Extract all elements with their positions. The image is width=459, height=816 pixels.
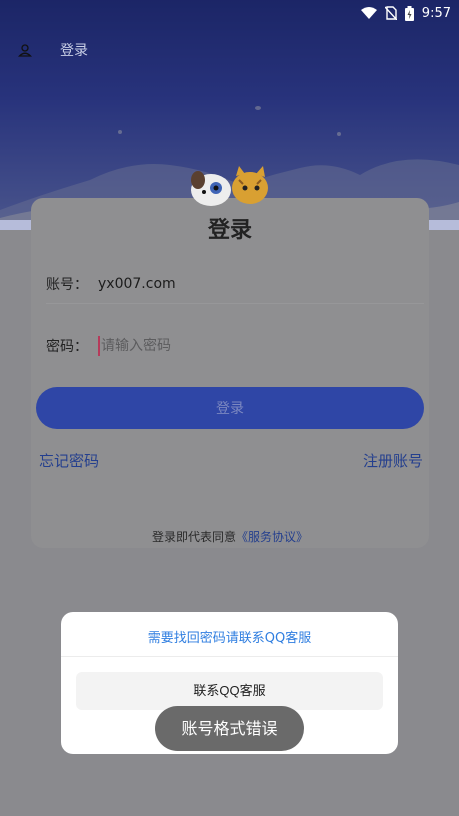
status-bar: 9:57 bbox=[0, 0, 459, 26]
agreement-text: 登录即代表同意《服务协议》 bbox=[31, 528, 429, 545]
battery-icon bbox=[404, 5, 414, 21]
account-field[interactable]: 账号： yx007.com bbox=[46, 264, 424, 304]
dialog-divider bbox=[61, 656, 398, 657]
register-link[interactable]: 注册账号 bbox=[363, 450, 423, 471]
account-label: 账号： bbox=[46, 276, 88, 293]
user-icon[interactable] bbox=[18, 43, 32, 57]
no-sim-icon bbox=[384, 6, 397, 20]
password-input[interactable]: 请输入密码 bbox=[98, 336, 171, 356]
password-field[interactable]: 密码： 请输入密码 bbox=[46, 326, 424, 366]
account-input[interactable]: yx007.com bbox=[98, 276, 176, 292]
wifi-icon bbox=[360, 7, 377, 19]
dialog-message: 需要找回密码请联系QQ客服 bbox=[147, 631, 312, 646]
agreement-prefix: 登录即代表同意 bbox=[151, 530, 236, 544]
service-agreement-link[interactable]: 《服务协议》 bbox=[236, 530, 308, 544]
password-label: 密码： bbox=[46, 339, 88, 355]
forgot-password-link[interactable]: 忘记密码 bbox=[39, 450, 99, 471]
login-card: 登录 账号： yx007.com 密码： 请输入密码 登录 忘记密码 注册账号 … bbox=[31, 198, 429, 548]
card-title: 登录 bbox=[207, 218, 252, 243]
mascot-illustration bbox=[191, 166, 268, 206]
error-toast: 账号格式错误 bbox=[155, 706, 304, 751]
contact-qq-support-button[interactable]: 联系QQ客服 bbox=[76, 672, 383, 710]
app-bar: 登录 bbox=[0, 34, 459, 66]
login-button[interactable]: 登录 bbox=[36, 387, 424, 429]
app-bar-title: 登录 bbox=[60, 43, 88, 59]
status-time: 9:57 bbox=[421, 5, 451, 21]
